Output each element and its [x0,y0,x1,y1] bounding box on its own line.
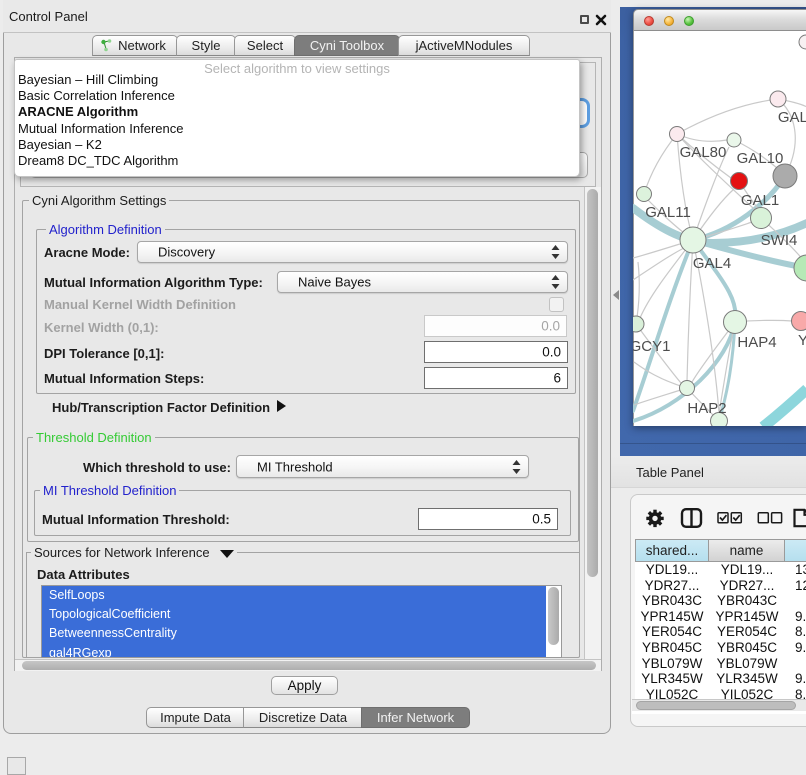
svg-text:GAL10: GAL10 [737,150,784,167]
svg-text:GAL7: GAL7 [778,109,806,126]
svg-text:SWI4: SWI4 [761,232,798,249]
svg-text:HAP2: HAP2 [687,400,726,417]
svg-text:GAL80: GAL80 [680,144,727,161]
svg-text:GAL1: GAL1 [741,192,779,209]
svg-text:GAL4: GAL4 [693,255,731,272]
svg-text:GCY1: GCY1 [633,338,670,355]
svg-text:HAP4: HAP4 [737,334,776,351]
svg-text:Y: Y [798,332,806,349]
svg-text:GAL11: GAL11 [645,204,691,221]
